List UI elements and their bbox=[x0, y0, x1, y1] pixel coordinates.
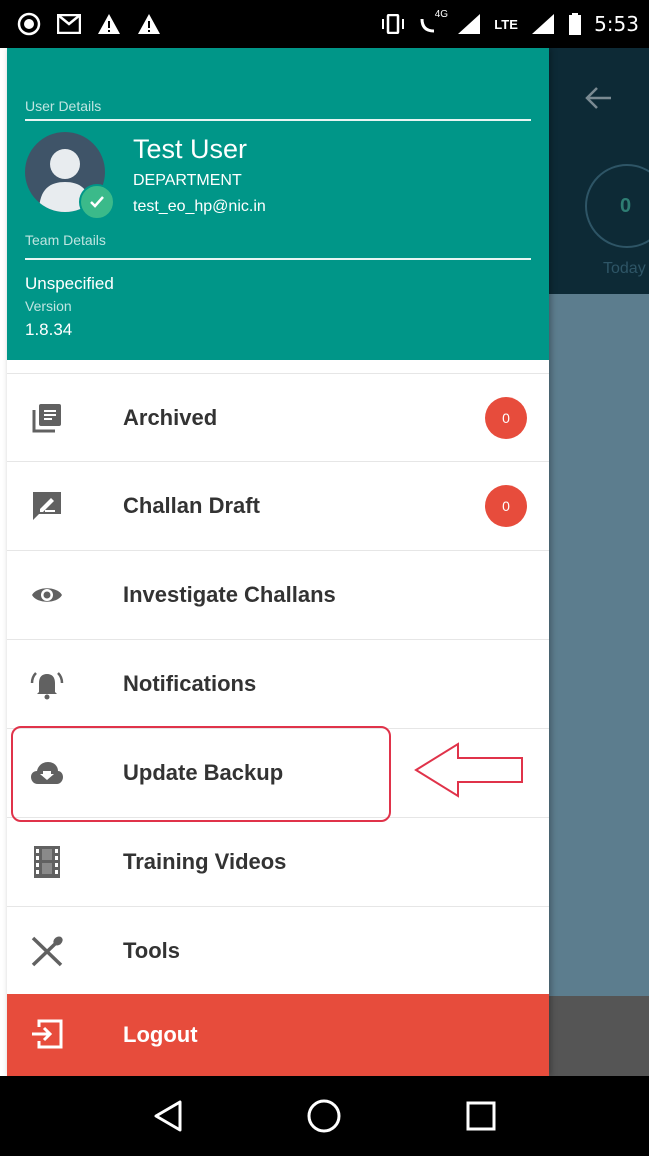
user-department: DEPARTMENT bbox=[133, 172, 242, 189]
count-badge: 0 bbox=[485, 485, 527, 527]
archive-icon bbox=[27, 398, 67, 438]
back-arrow-icon[interactable] bbox=[581, 80, 617, 116]
film-icon bbox=[27, 842, 67, 882]
menu-item-investigate-challans[interactable]: Investigate Challans bbox=[7, 551, 549, 640]
warning-icon bbox=[96, 11, 122, 37]
divider bbox=[25, 119, 531, 121]
bell-icon bbox=[27, 664, 67, 704]
signal-icon bbox=[456, 11, 482, 37]
recents-icon[interactable] bbox=[457, 1092, 505, 1140]
divider bbox=[25, 258, 531, 260]
menu-label: Archived bbox=[123, 404, 218, 430]
menu-label: Tools bbox=[123, 938, 181, 963]
user-details-label: User Details bbox=[25, 98, 102, 114]
clock: 5:53 bbox=[594, 12, 639, 36]
home-icon[interactable] bbox=[300, 1092, 348, 1140]
arrow-annotation-icon bbox=[414, 742, 523, 798]
team-details-label: Team Details bbox=[25, 232, 106, 248]
logout-label: Logout bbox=[123, 1022, 198, 1047]
version-value: 1.8.34 bbox=[25, 320, 73, 339]
menu-label: Training Videos bbox=[123, 849, 287, 874]
tools-icon bbox=[27, 931, 67, 971]
logout-icon bbox=[27, 1014, 67, 1054]
signal-icon bbox=[530, 11, 556, 37]
eye-icon bbox=[27, 575, 67, 615]
warning-icon bbox=[136, 11, 162, 37]
menu-label: Challan Draft bbox=[123, 493, 260, 518]
today-label: Today bbox=[603, 260, 646, 277]
background-bottom-bar bbox=[549, 996, 649, 1076]
volte-4g-icon: 4G bbox=[418, 9, 448, 37]
menu-item-challan-draft[interactable]: Challan Draft 0 bbox=[7, 462, 549, 551]
background-app: 0 Today bbox=[549, 48, 649, 1076]
navigation-drawer: User Details Test User DEPARTMENT test_e… bbox=[7, 48, 549, 1076]
edit-icon bbox=[27, 486, 67, 526]
status-bar: 4G LTE 5:53 bbox=[0, 0, 649, 48]
menu-item-training-videos[interactable]: Training Videos bbox=[7, 818, 549, 907]
whatsapp-icon bbox=[16, 11, 42, 37]
count-badge: 0 bbox=[485, 396, 527, 439]
back-icon[interactable] bbox=[144, 1092, 192, 1140]
battery-icon bbox=[568, 11, 582, 37]
highlight-annotation bbox=[11, 726, 391, 822]
menu-item-archived[interactable]: Archived 0 bbox=[7, 373, 549, 462]
version-label: Version bbox=[25, 298, 72, 314]
vibrate-icon bbox=[380, 11, 406, 37]
user-email: test_eo_hp@nic.in bbox=[133, 198, 266, 215]
count-circle: 0 bbox=[585, 164, 649, 248]
gmail-icon bbox=[56, 11, 82, 37]
menu-label: Investigate Challans bbox=[123, 582, 336, 607]
menu-item-tools[interactable]: Tools bbox=[7, 907, 549, 996]
user-name: Test User bbox=[133, 134, 248, 164]
navigation-bar bbox=[0, 1076, 649, 1156]
verified-check-icon bbox=[79, 184, 115, 220]
count-value: 0 bbox=[620, 194, 632, 217]
background-header: 0 Today bbox=[549, 48, 649, 294]
team-value: Unspecified bbox=[25, 274, 114, 293]
drawer-menu: Archived 0 Challan Draft 0 Investigate C… bbox=[7, 373, 549, 996]
menu-item-notifications[interactable]: Notifications bbox=[7, 640, 549, 729]
drawer-header: User Details Test User DEPARTMENT test_e… bbox=[7, 48, 549, 360]
menu-label: Notifications bbox=[123, 671, 257, 696]
lte-signal-icon: LTE bbox=[494, 16, 518, 32]
logout-button[interactable]: Logout bbox=[7, 994, 549, 1076]
